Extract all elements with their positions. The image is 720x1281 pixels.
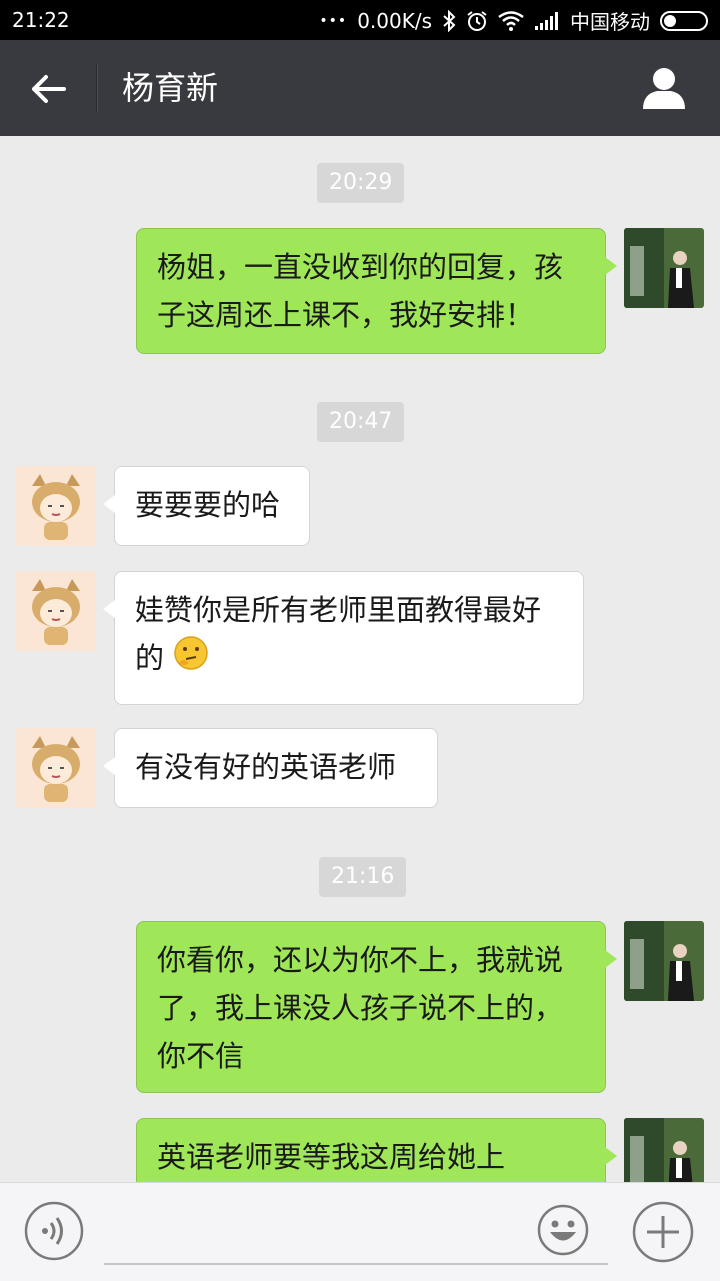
more-options-button[interactable] (632, 1201, 694, 1263)
timestamp: 21:16 (319, 857, 407, 897)
voice-icon (24, 1201, 84, 1261)
my-message-bubble[interactable]: 你看你，还以为你不上，我就说了，我上课没人孩子说不上的，你不信 (136, 921, 617, 1093)
my-message-bubble[interactable]: 杨姐，一直没收到你的回复，孩子这周还上课不，我好安排！ (136, 228, 617, 354)
message-text: 要要要的哈 (135, 488, 281, 522)
plus-icon (632, 1201, 694, 1263)
message-text: 你看你，还以为你不上，我就说了，我上课没人孩子说不上的，你不信 (157, 943, 564, 1073)
person-icon (643, 68, 685, 109)
header-divider (96, 64, 98, 112)
my-avatar[interactable] (624, 1118, 704, 1182)
arrow-left-icon (32, 75, 66, 103)
message-text: 有没有好的英语老师 (135, 750, 397, 784)
page-title: 杨育新 (122, 69, 219, 107)
smiley-icon (537, 1204, 589, 1256)
network-speed: 0.00K/s (357, 8, 432, 33)
status-time: 21:22 (12, 8, 70, 32)
contact-avatar[interactable] (16, 571, 96, 651)
carrier-name: 中国移动 (570, 10, 650, 34)
contact-message-bubble[interactable]: 娃赞你是所有老师里面教得最好的 (103, 571, 584, 705)
voice-button[interactable] (24, 1201, 84, 1261)
my-avatar[interactable] (624, 228, 704, 308)
timestamp: 20:29 (317, 163, 405, 203)
input-bar (0, 1182, 720, 1281)
battery-icon (660, 10, 710, 32)
message-list[interactable]: 20:29 杨姐，一直没收到你的回复，孩子这周还上课不，我好安排！ 20:47 … (0, 136, 720, 1182)
contact-message-bubble[interactable]: 要要要的哈 (103, 466, 310, 546)
contact-avatar[interactable] (16, 466, 96, 546)
thinking-face-icon (173, 635, 209, 685)
alarm-icon (466, 10, 488, 32)
message-text: 英语老师要等我这周给她上 (157, 1140, 506, 1174)
status-bar: 21:22 ••• 0.00K/s 中国移动 (0, 0, 720, 40)
back-button[interactable] (26, 66, 72, 112)
bluetooth-icon (442, 9, 456, 32)
timestamp: 20:47 (317, 402, 405, 442)
contact-message-bubble[interactable]: 有没有好的英语老师 (103, 728, 438, 808)
wifi-icon (498, 10, 524, 31)
message-input[interactable] (104, 1201, 608, 1265)
my-message-bubble[interactable]: 英语老师要等我这周给她上 (136, 1118, 617, 1182)
chat-header: 杨育新 (0, 40, 720, 136)
chat-info-button[interactable] (640, 66, 688, 110)
notification-dots: ••• (319, 12, 348, 29)
signal-icon (534, 11, 560, 31)
my-avatar[interactable] (624, 921, 704, 1001)
message-text: 杨姐，一直没收到你的回复，孩子这周还上课不，我好安排！ (157, 250, 564, 332)
contact-avatar[interactable] (16, 728, 96, 808)
emoji-button[interactable] (536, 1203, 590, 1257)
